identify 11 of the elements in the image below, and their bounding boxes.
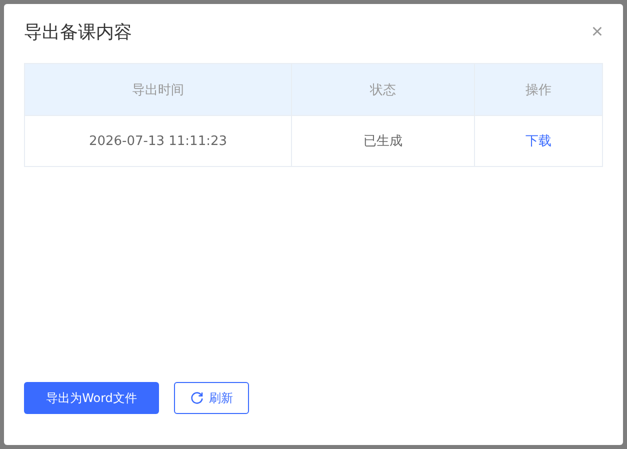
column-header: 操作 [474,64,602,116]
table-cell: 已生成 [292,116,474,166]
download-link[interactable]: 下载 [526,134,552,149]
refresh-button[interactable]: 刷新 [174,382,249,414]
close-button[interactable]: × [591,22,603,42]
export-button[interactable]: 导出为Word文件 [24,382,159,414]
table-cell: 2026-07-13 11:11:23 [24,116,292,166]
refresh-icon [190,391,204,405]
column-header: 状态 [292,64,474,116]
dialog-title: 导出备课内容 [24,21,132,44]
column-header: 导出时间 [24,64,292,116]
